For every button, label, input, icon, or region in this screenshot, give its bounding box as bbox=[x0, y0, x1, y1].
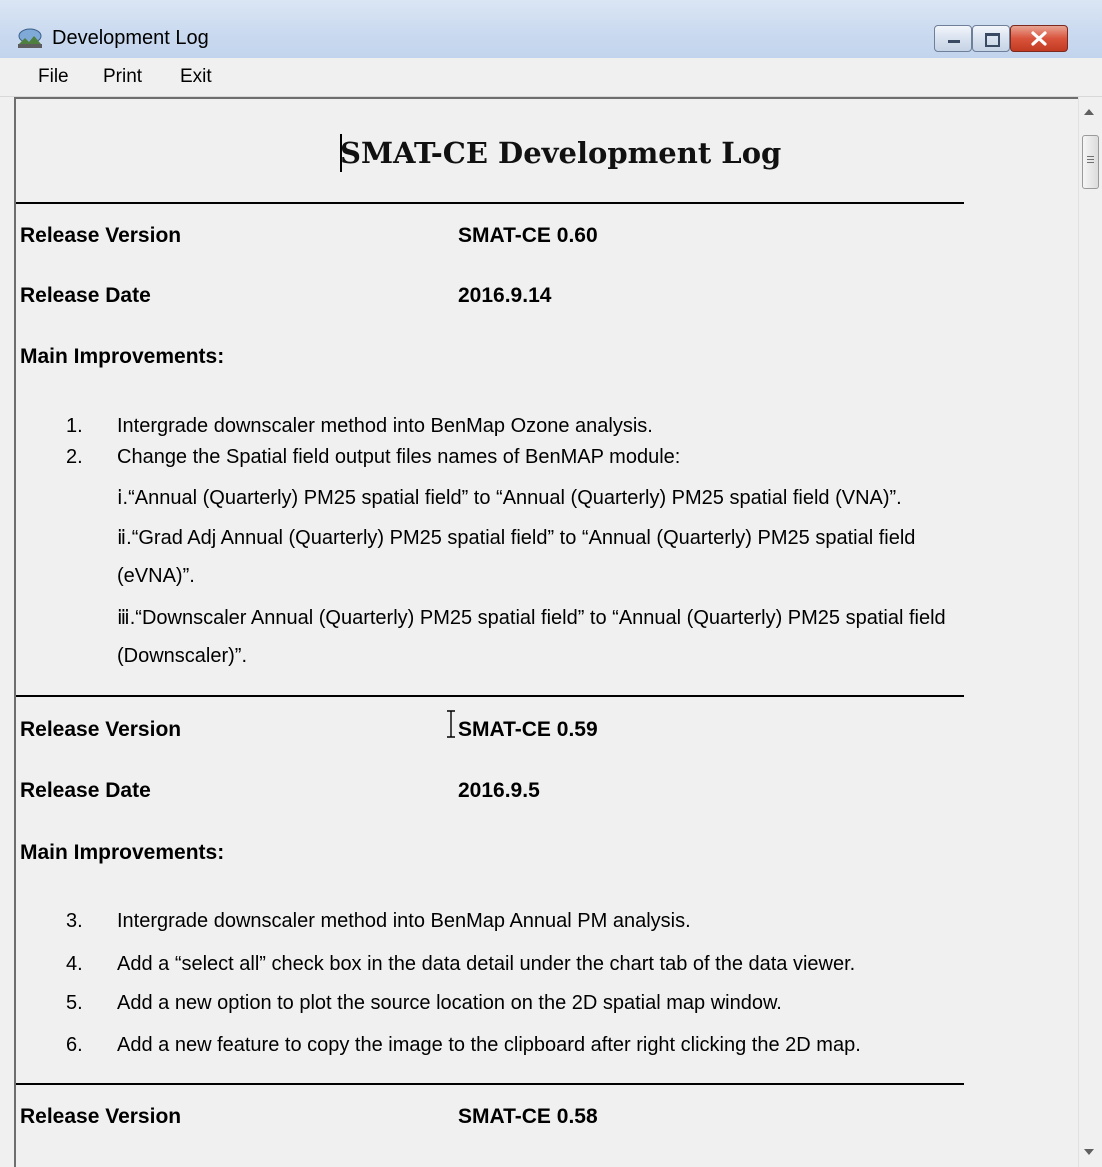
maximize-button[interactable] bbox=[972, 25, 1010, 52]
release-version-value: SMAT-CE 0.58 bbox=[458, 1105, 598, 1128]
scroll-thumb[interactable] bbox=[1082, 135, 1099, 189]
release-version-label: Release Version bbox=[20, 718, 182, 741]
main-improvements-label: Main Improvements: bbox=[20, 841, 225, 864]
text-cursor-icon bbox=[447, 710, 455, 738]
release-version-value: SMAT-CE 0.59 bbox=[458, 718, 598, 741]
list-item: Add a new feature to copy the image to t… bbox=[117, 1034, 861, 1056]
sub-list-item-continued: (Downscaler)”. bbox=[117, 645, 248, 667]
title-bar[interactable]: Development Log bbox=[0, 0, 1102, 58]
release-version-label: Release Version bbox=[20, 224, 182, 247]
list-item: Change the Spatial field output files na… bbox=[117, 446, 681, 468]
divider bbox=[16, 695, 964, 697]
development-log-window: Development Log File Print Exit SMAT-CE … bbox=[0, 0, 1102, 1167]
sub-list-item: ⅱ.“Grad Adj Annual (Quarterly) PM25 spat… bbox=[117, 527, 916, 549]
release-date-value: 2016.9.5 bbox=[458, 779, 540, 802]
list-item: Add a new option to plot the source loca… bbox=[117, 992, 782, 1014]
release-date-value: 2016.9.14 bbox=[458, 284, 552, 307]
release-version-label: Release Version bbox=[20, 1105, 182, 1128]
list-item-number: 3. bbox=[66, 910, 83, 932]
list-item: Add a “select all” check box in the data… bbox=[117, 953, 856, 975]
menu-exit[interactable]: Exit bbox=[180, 66, 212, 88]
list-item-number: 4. bbox=[66, 953, 83, 975]
close-icon bbox=[1031, 31, 1047, 46]
minimize-button[interactable] bbox=[934, 25, 972, 52]
divider bbox=[16, 202, 964, 204]
sub-list-item: ⅲ.“Downscaler Annual (Quarterly) PM25 sp… bbox=[117, 607, 946, 629]
text-caret bbox=[340, 134, 342, 172]
document-title: SMAT-CE Development Log bbox=[340, 136, 782, 170]
list-item-number: 6. bbox=[66, 1034, 83, 1056]
list-item-number: 5. bbox=[66, 992, 83, 1014]
sub-list-item: ⅰ.“Annual (Quarterly) PM25 spatial field… bbox=[117, 487, 902, 509]
menu-bar: File Print Exit bbox=[0, 58, 1102, 97]
release-date-label: Release Date bbox=[20, 284, 151, 307]
menu-file[interactable]: File bbox=[38, 66, 69, 88]
vertical-scrollbar[interactable] bbox=[1078, 97, 1102, 1167]
window-title: Development Log bbox=[52, 27, 209, 49]
close-button[interactable] bbox=[1010, 25, 1068, 52]
divider bbox=[16, 1083, 964, 1085]
sub-list-item-continued: (eVNA)”. bbox=[117, 565, 195, 587]
release-version-value: SMAT-CE 0.60 bbox=[458, 224, 598, 247]
menu-print[interactable]: Print bbox=[103, 66, 142, 88]
list-item: Intergrade downscaler method into BenMap… bbox=[117, 910, 691, 932]
scroll-up-arrow-icon[interactable] bbox=[1084, 109, 1094, 115]
list-item-number: 2. bbox=[66, 446, 83, 468]
scroll-down-arrow-icon[interactable] bbox=[1084, 1149, 1094, 1155]
list-item-number: 1. bbox=[66, 415, 83, 437]
main-improvements-label: Main Improvements: bbox=[20, 345, 225, 368]
release-date-label: Release Date bbox=[20, 779, 151, 802]
grip-icon bbox=[1087, 156, 1094, 165]
app-icon bbox=[18, 28, 42, 48]
list-item: Intergrade downscaler method into BenMap… bbox=[117, 415, 653, 437]
